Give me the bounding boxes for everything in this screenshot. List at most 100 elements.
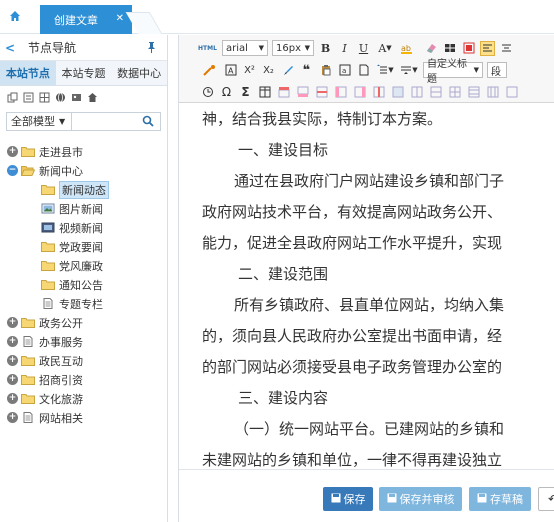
subscript-icon[interactable]: X₂ xyxy=(261,63,276,78)
subtab-site-topics[interactable]: 本站专题 xyxy=(56,61,112,85)
line-height-icon[interactable]: ▼ xyxy=(375,63,395,78)
save-and-audit-button[interactable]: 保存并审核 xyxy=(379,487,462,511)
underline-button[interactable]: U xyxy=(356,41,371,56)
delete-col-icon[interactable] xyxy=(371,85,386,100)
subscript-glyph: X₂ xyxy=(263,64,274,76)
expand-icon[interactable]: + xyxy=(7,374,18,385)
split-cells-icon[interactable] xyxy=(447,85,462,100)
italic-button[interactable]: I xyxy=(337,41,352,56)
image-icon[interactable] xyxy=(71,92,82,103)
quote-glyph: ❝ xyxy=(302,62,311,78)
home-button[interactable] xyxy=(0,0,30,34)
brush-icon[interactable] xyxy=(280,63,295,78)
highlight-icon[interactable]: ab xyxy=(399,41,419,56)
align-left-icon[interactable] xyxy=(480,40,495,56)
superscript-icon[interactable]: X² xyxy=(242,63,257,78)
tree-node[interactable]: + 政民互动 xyxy=(0,351,167,370)
expand-icon[interactable]: + xyxy=(7,146,18,157)
tree-node[interactable]: 专题专栏 xyxy=(0,294,167,313)
font-color-button[interactable]: A ▼ xyxy=(375,41,395,56)
text-box-icon[interactable]: A xyxy=(223,63,238,78)
merge-cells-icon[interactable] xyxy=(390,85,405,100)
list-icon[interactable] xyxy=(23,92,34,103)
expand-icon[interactable]: + xyxy=(7,355,18,366)
omega-icon[interactable]: Ω xyxy=(219,85,234,100)
collapse-left-icon[interactable]: < xyxy=(0,41,20,55)
undo-button[interactable]: ↶ xyxy=(538,487,554,511)
sigma-icon[interactable]: Σ xyxy=(238,85,253,100)
house-icon[interactable] xyxy=(87,92,98,103)
insert-col-left-icon[interactable] xyxy=(333,85,348,100)
quote-icon[interactable]: ❝ xyxy=(299,63,314,78)
font-color-label: A xyxy=(378,41,387,55)
document-icon[interactable] xyxy=(356,63,371,78)
bold-button[interactable]: B xyxy=(318,41,333,56)
table-icon[interactable] xyxy=(442,41,457,56)
grid-icon[interactable] xyxy=(39,92,50,103)
format-painter-icon[interactable] xyxy=(461,41,476,56)
tree-node[interactable]: 通知公告 xyxy=(0,275,167,294)
expand-icon[interactable]: + xyxy=(7,336,18,347)
expand-icon[interactable]: + xyxy=(7,393,18,404)
pin-icon[interactable] xyxy=(146,41,157,56)
copy-icon[interactable] xyxy=(7,92,18,103)
globe-icon[interactable] xyxy=(55,92,66,103)
save-button[interactable]: 保存 xyxy=(323,487,373,511)
tree-node[interactable]: 党风廉政 xyxy=(0,256,167,275)
tab-create-article[interactable]: 创建文章 ✕ xyxy=(40,5,132,34)
paste-text-icon[interactable]: a xyxy=(337,63,352,78)
video-icon xyxy=(41,222,55,233)
model-select[interactable]: 全部模型 ▼ xyxy=(6,111,161,131)
paste-icon[interactable] xyxy=(318,63,333,78)
tree-node[interactable]: − 新闻中心 xyxy=(0,161,167,180)
expand-icon[interactable]: + xyxy=(7,317,18,328)
save-draft-button[interactable]: 存草稿 xyxy=(469,487,531,511)
collapse-icon[interactable]: − xyxy=(7,165,18,176)
search-icon[interactable] xyxy=(142,115,154,130)
content-paragraph: 的部门网站必须接受县电子政务管理办公室的 xyxy=(202,358,503,376)
tree-node[interactable]: 图片新闻 xyxy=(0,199,167,218)
custom-heading-select[interactable]: 自定义标题 ▼ xyxy=(423,59,483,85)
subtab-data-center[interactable]: 数据中心 xyxy=(111,61,167,85)
tree-node[interactable]: 党政要闻 xyxy=(0,237,167,256)
insert-row-above-icon[interactable] xyxy=(276,85,291,100)
tree-node[interactable]: + 网站相关 xyxy=(0,408,167,427)
split-rows-icon[interactable] xyxy=(466,85,481,100)
html-source-button[interactable]: HTML xyxy=(198,45,217,52)
eraser-icon[interactable] xyxy=(423,41,438,56)
insert-col-right-icon[interactable] xyxy=(352,85,367,100)
tree-node[interactable]: + 政务公开 xyxy=(0,313,167,332)
font-family-select[interactable]: arial ▼ xyxy=(222,40,268,56)
tree-node-label: 图片新闻 xyxy=(59,202,103,216)
magic-wand-icon[interactable] xyxy=(201,63,219,78)
tree-node[interactable]: + 办事服务 xyxy=(0,332,167,351)
tree-node[interactable]: + 招商引资 xyxy=(0,370,167,389)
align-center-icon[interactable] xyxy=(499,41,514,56)
tree-node[interactable]: 新闻动态 xyxy=(0,180,167,199)
merge-down-icon[interactable] xyxy=(428,85,443,100)
table-properties-icon[interactable] xyxy=(504,85,519,100)
editor-content[interactable]: 神，结合我县实际，特制订本方案。 一、建设目标 通过在县政府门户网站建设乡镇和部门子… xyxy=(179,104,554,469)
clock-icon[interactable] xyxy=(200,85,215,100)
folder-icon xyxy=(21,355,35,366)
tree-node[interactable]: + 走进县市 xyxy=(0,142,167,161)
omega-glyph: Ω xyxy=(221,85,232,99)
tree-node[interactable]: 视频新闻 xyxy=(0,218,167,237)
paragraph-select[interactable]: 段 xyxy=(487,62,507,78)
tree-node[interactable]: + 文化旅游 xyxy=(0,389,167,408)
font-size-select[interactable]: 16px ▼ xyxy=(272,40,314,56)
insert-row-below-icon[interactable] xyxy=(295,85,310,100)
merge-right-icon[interactable] xyxy=(409,85,424,100)
delete-row-icon[interactable] xyxy=(314,85,329,100)
folder-icon xyxy=(21,374,35,385)
sigma-glyph: Σ xyxy=(241,85,250,99)
content-paragraph: （一）统一网站平台。已建网站的乡镇和 xyxy=(234,420,505,438)
close-icon[interactable]: ✕ xyxy=(116,13,124,24)
insert-table-icon[interactable] xyxy=(257,85,272,100)
expand-icon[interactable]: + xyxy=(7,412,18,423)
content-paragraph: 通过在县政府门户网站建设乡镇和部门子 xyxy=(234,172,505,190)
split-cols-icon[interactable] xyxy=(485,85,500,100)
paragraph-spacing-icon[interactable]: ▼ xyxy=(399,63,419,78)
toolbar-row-2: A X² X₂ ❝ a ▼ ▼ 自定义标题 ▼ 段 xyxy=(179,59,511,85)
subtab-site-nodes[interactable]: 本站节点 xyxy=(0,61,56,85)
